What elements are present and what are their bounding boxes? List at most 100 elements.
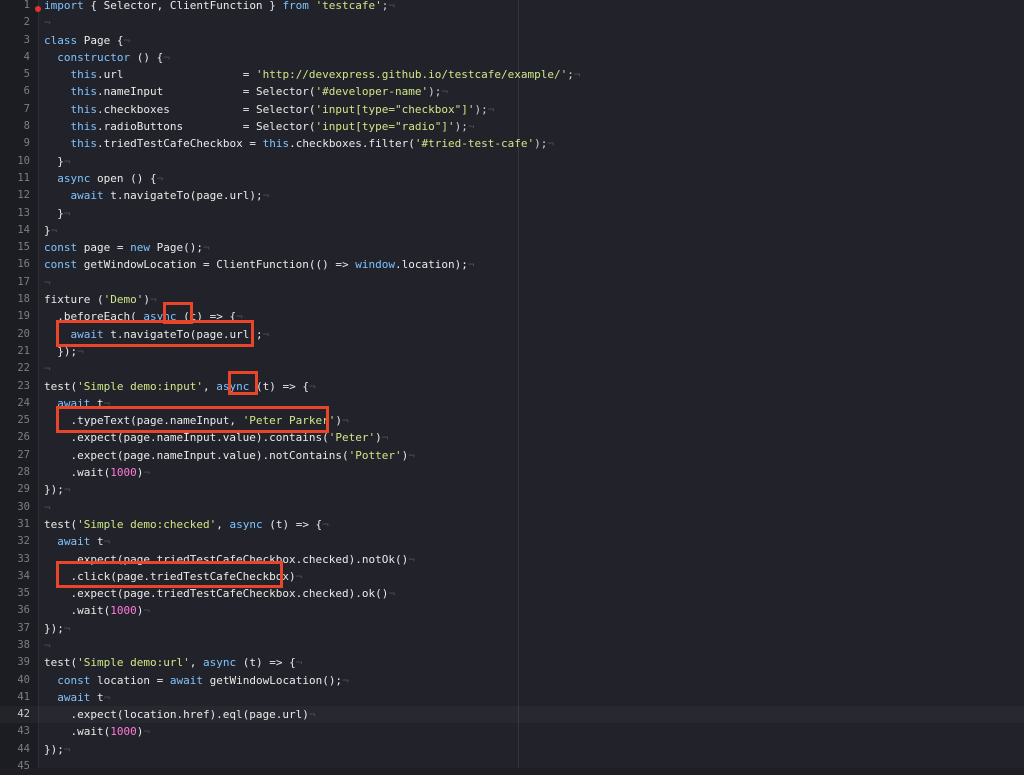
code-text[interactable]: .wait(1000)¬ <box>44 602 150 619</box>
line-number[interactable]: 20 <box>0 326 30 343</box>
line-number[interactable]: 25 <box>0 412 30 429</box>
code-text[interactable]: ¬ <box>44 14 51 31</box>
line-number[interactable]: 31 <box>0 516 30 533</box>
line-number[interactable]: 34 <box>0 568 30 585</box>
line-number[interactable]: 41 <box>0 689 30 706</box>
line-number[interactable]: 11 <box>0 170 30 187</box>
line-number[interactable]: 22 <box>0 360 30 377</box>
code-line[interactable]: 23 test('Simple demo:input', async (t) =>… <box>0 378 1024 395</box>
line-number[interactable]: 45 <box>0 758 30 775</box>
line-number[interactable]: 2 <box>0 14 30 31</box>
code-text[interactable]: ¬ <box>44 637 51 654</box>
code-text[interactable]: });¬ <box>44 481 71 498</box>
line-number[interactable]: 4 <box>0 49 30 66</box>
code-line[interactable]: 29});¬ <box>0 481 1024 498</box>
code-line[interactable]: 17 ¬ <box>0 274 1024 291</box>
code-line[interactable]: 15 const page = new Page();¬ <box>0 239 1024 256</box>
line-number[interactable]: 33 <box>0 551 30 568</box>
code-text[interactable]: fixture ('Demo')¬ <box>44 291 157 308</box>
line-number[interactable]: 8 <box>0 118 30 135</box>
line-number[interactable]: 38 <box>0 637 30 654</box>
code-line[interactable]: 38 ¬ <box>0 637 1024 654</box>
code-line[interactable]: 13 }¬ <box>0 205 1024 222</box>
line-number[interactable]: 35 <box>0 585 30 602</box>
line-number[interactable]: 17 <box>0 274 30 291</box>
code-text[interactable]: this.radioButtons = Selector('input[type… <box>44 118 475 135</box>
line-number[interactable]: 26 <box>0 429 30 446</box>
code-text[interactable]: }¬ <box>44 205 70 222</box>
code-line[interactable]: 7 this.checkboxes = Selector('input[type… <box>0 101 1024 118</box>
line-number[interactable]: 27 <box>0 447 30 464</box>
code-line[interactable]: 43 .wait(1000)¬ <box>0 723 1024 740</box>
line-number[interactable]: 9 <box>0 135 30 152</box>
code-text[interactable]: this.triedTestCafeCheckbox = this.checkb… <box>44 135 555 152</box>
code-text[interactable]: });¬ <box>44 620 71 637</box>
code-line[interactable]: 22 ¬ <box>0 360 1024 377</box>
code-text[interactable]: test('Simple demo:checked', async (t) =>… <box>44 516 329 533</box>
line-number[interactable]: 42 <box>0 706 30 723</box>
line-number[interactable]: 15 <box>0 239 30 256</box>
code-line[interactable]: 39 test('Simple demo:url', async (t) => {… <box>0 654 1024 671</box>
code-text[interactable]: this.nameInput = Selector('#developer-na… <box>44 83 449 100</box>
code-text[interactable]: }¬ <box>44 222 57 239</box>
line-number[interactable]: 14 <box>0 222 30 239</box>
code-line[interactable]: 6 this.nameInput = Selector('#developer-… <box>0 83 1024 100</box>
code-line[interactable]: 12 await t.navigateTo(page.url);¬ <box>0 187 1024 204</box>
line-number[interactable]: 10 <box>0 153 30 170</box>
line-number[interactable]: 1 <box>0 0 30 14</box>
code-text[interactable]: ¬ <box>44 360 51 377</box>
code-line[interactable]: 44});¬ <box>0 741 1024 758</box>
code-line[interactable]: 41 await t¬ <box>0 689 1024 706</box>
code-text[interactable]: await t.navigateTo(page.url);¬ <box>44 187 270 204</box>
code-line[interactable]: 5 this.url = 'http://devexpress.github.i… <box>0 66 1024 83</box>
code-line[interactable]: 36 .wait(1000)¬ <box>0 602 1024 619</box>
code-text[interactable]: .expect(location.href).eql(page.url)¬ <box>44 706 315 723</box>
line-number[interactable]: 3 <box>0 32 30 49</box>
code-line[interactable]: 45 <box>0 758 1024 775</box>
code-line[interactable]: 10 }¬ <box>0 153 1024 170</box>
line-number[interactable]: 39 <box>0 654 30 671</box>
code-text[interactable]: async open () {¬ <box>44 170 163 187</box>
line-number[interactable]: 6 <box>0 83 30 100</box>
code-line[interactable]: 31 test('Simple demo:checked', async (t) … <box>0 516 1024 533</box>
code-text[interactable]: const page = new Page();¬ <box>44 239 210 256</box>
line-number[interactable]: 23 <box>0 378 30 395</box>
code-line[interactable]: 4 constructor () {¬ <box>0 49 1024 66</box>
code-text[interactable]: constructor () {¬ <box>44 49 170 66</box>
code-text[interactable]: this.url = 'http://devexpress.github.io/… <box>44 66 581 83</box>
code-text[interactable]: ¬ <box>44 499 51 516</box>
line-number[interactable]: 28 <box>0 464 30 481</box>
line-number[interactable]: 44 <box>0 741 30 758</box>
code-line[interactable]: 9 this.triedTestCafeCheckbox = this.chec… <box>0 135 1024 152</box>
code-line[interactable]: 37 });¬ <box>0 620 1024 637</box>
code-line[interactable]: 42 .expect(location.href).eql(page.url)¬ <box>0 706 1024 723</box>
line-number[interactable]: 16 <box>0 256 30 273</box>
code-text[interactable]: await t¬ <box>44 689 110 706</box>
code-text[interactable]: .expect(page.nameInput.value).notContain… <box>44 447 414 464</box>
line-number[interactable]: 40 <box>0 672 30 689</box>
code-text[interactable]: .wait(1000)¬ <box>44 464 150 481</box>
code-line[interactable]: 30 ¬ <box>0 499 1024 516</box>
line-number[interactable]: 36 <box>0 602 30 619</box>
line-number[interactable]: 5 <box>0 66 30 83</box>
code-text[interactable]: ¬ <box>44 274 51 291</box>
line-number[interactable]: 18 <box>0 291 30 308</box>
line-number[interactable]: 19 <box>0 308 30 325</box>
code-line[interactable]: 14 }¬ <box>0 222 1024 239</box>
code-text[interactable]: await t¬ <box>44 533 110 550</box>
code-text[interactable]: const location = await getWindowLocation… <box>44 672 348 689</box>
code-line[interactable]: 11 async open () {¬ <box>0 170 1024 187</box>
code-text[interactable]: .wait(1000)¬ <box>44 723 150 740</box>
code-text[interactable]: const getWindowLocation = ClientFunction… <box>44 256 475 273</box>
line-number[interactable]: 37 <box>0 620 30 637</box>
code-line[interactable]: 28 .wait(1000)¬ <box>0 464 1024 481</box>
code-editor[interactable]: 1 import { Selector, ClientFunction } fro… <box>0 0 1024 772</box>
line-number[interactable]: 13 <box>0 205 30 222</box>
code-line[interactable]: 32 await t¬ <box>0 533 1024 550</box>
code-line[interactable]: 16 const getWindowLocation = ClientFuncti… <box>0 256 1024 273</box>
code-text[interactable]: test('Simple demo:input', async (t) => {… <box>44 378 316 395</box>
line-number[interactable]: 43 <box>0 723 30 740</box>
code-lines[interactable]: 1 import { Selector, ClientFunction } fro… <box>0 0 1024 775</box>
code-text[interactable]: import { Selector, ClientFunction } from… <box>44 0 395 14</box>
code-line[interactable]: 27 .expect(page.nameInput.value).notCont… <box>0 447 1024 464</box>
